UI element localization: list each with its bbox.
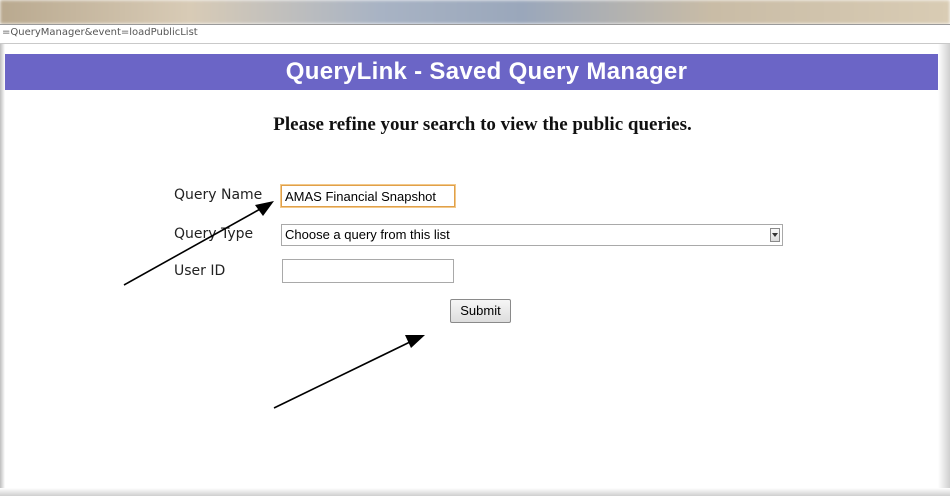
query-type-select[interactable]: Choose a query from this list (281, 224, 783, 246)
search-instruction: Please refine your search to view the pu… (273, 114, 692, 135)
submit-button[interactable]: Submit (450, 299, 511, 323)
query-name-input[interactable] (281, 185, 455, 207)
header-banner: QueryLink - Saved Query Manager (5, 54, 938, 90)
window-bottom-edge (0, 488, 950, 496)
user-id-label: User ID (174, 263, 226, 279)
browser-title-bar (0, 0, 950, 24)
window-right-edge (938, 44, 950, 496)
page-title: QueryLink - Saved Query Manager (285, 58, 688, 85)
address-bar[interactable]: =QueryManager&event=loadPublicList (0, 24, 950, 44)
query-name-label: Query Name (174, 187, 263, 203)
query-type-label: Query Type (174, 226, 254, 242)
page-content (0, 44, 950, 496)
address-bar-url[interactable]: =QueryManager&event=loadPublicList (2, 27, 198, 38)
window-left-edge (0, 44, 5, 496)
dropdown-arrow-icon[interactable] (770, 228, 780, 242)
query-type-selected-value: Choose a query from this list (285, 227, 450, 242)
user-id-input[interactable] (282, 259, 454, 283)
